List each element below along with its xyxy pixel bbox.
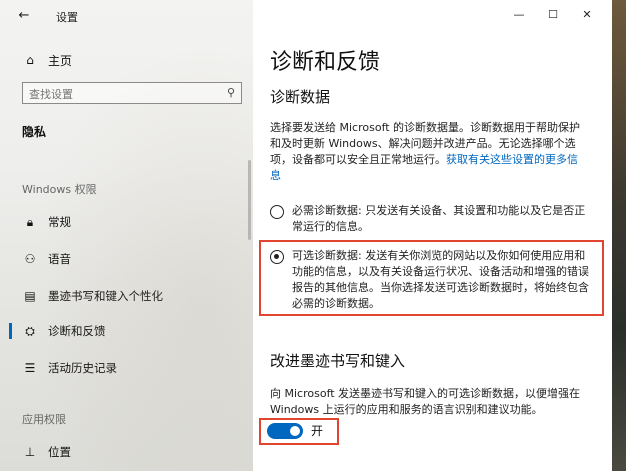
radio-required-diagnostics[interactable]: 必需诊断数据: 只发送有关设备、其设置和功能以及它是否正常运行的信息。 <box>270 203 590 235</box>
radio-label: 必需诊断数据: 只发送有关设备、其设置和功能以及它是否正常运行的信息。 <box>292 204 586 233</box>
active-indicator <box>9 323 12 339</box>
diagnostic-data-heading: 诊断数据 <box>270 88 331 106</box>
search-icon[interactable]: ⚲ <box>227 86 235 99</box>
group-label-app-permissions: 应用权限 <box>22 413 66 426</box>
voice-icon: ⚇ <box>24 252 36 266</box>
desktop-background <box>612 0 626 471</box>
inking-toggle-row[interactable]: 开 <box>267 422 323 439</box>
maximize-icon[interactable]: ☐ <box>536 4 570 26</box>
sidebar-item-home[interactable]: ⌂ 主页 <box>22 50 72 70</box>
radio-button-selected[interactable] <box>270 250 284 264</box>
toggle-state-label: 开 <box>311 424 324 438</box>
sidebar-item-label: 位置 <box>48 445 71 459</box>
sidebar-item-label: 墨迹书写和键入个性化 <box>48 289 163 303</box>
home-icon: ⌂ <box>26 53 34 67</box>
back-arrow-icon[interactable]: ← <box>14 6 34 26</box>
sidebar-item-location[interactable]: ⊥ 位置 <box>22 441 248 463</box>
search-input[interactable] <box>23 84 213 105</box>
page-title: 诊断和反馈 <box>270 50 381 75</box>
sidebar-item-label: 活动历史记录 <box>48 361 117 375</box>
close-icon[interactable]: ✕ <box>570 4 604 26</box>
inking-toggle-switch[interactable] <box>267 422 303 439</box>
sidebar-item-label: 诊断和反馈 <box>48 324 106 338</box>
sidebar-scrollbar[interactable] <box>248 160 251 240</box>
settings-window: ← 设置 ⌂ 主页 ⚲ 隐私 Windows 权限 🔒︎ 常规 ⚇ 语音 ▤ 墨… <box>0 0 612 471</box>
sidebar-item-voice[interactable]: ⚇ 语音 <box>22 248 248 270</box>
radio-button[interactable] <box>270 205 284 219</box>
diagnostic-data-description: 选择要发送给 Microsoft 的诊断数据量。诊断数据用于帮助保护和及时更新 … <box>270 121 581 182</box>
search-box[interactable]: ⚲ <box>22 82 242 105</box>
title-bar: ← 设置 <box>0 0 253 32</box>
main-content: — ☐ ✕ 诊断和反馈 诊断数据 选择要发送给 Microsoft 的诊断数据量… <box>253 0 612 471</box>
minimize-icon[interactable]: — <box>502 4 536 26</box>
sidebar-item-inking-typing[interactable]: ▤ 墨迹书写和键入个性化 <box>22 285 248 307</box>
pen-icon: ▤ <box>24 289 36 303</box>
group-label-windows-permissions: Windows 权限 <box>22 183 97 196</box>
window-controls: — ☐ ✕ <box>502 4 604 26</box>
radio-optional-diagnostics[interactable]: 可选诊断数据: 发送有关你浏览的网站以及你如何使用应用和功能的信息，以及有关设备… <box>270 248 590 312</box>
sidebar-item-activity-history[interactable]: ☰ 活动历史记录 <box>22 357 248 379</box>
sidebar-item-label: 主页 <box>48 53 73 68</box>
sidebar-item-label: 语音 <box>48 252 71 266</box>
window-title: 设置 <box>56 11 78 24</box>
history-icon: ☰ <box>24 361 36 375</box>
radio-label: 可选诊断数据: 发送有关你浏览的网站以及你如何使用应用和功能的信息，以及有关设备… <box>292 249 589 310</box>
improve-inking-heading: 改进墨迹书写和键入 <box>270 352 406 370</box>
improve-inking-description: 向 Microsoft 发送墨迹书写和键入的可选诊断数据，以便增强在 Windo… <box>270 387 581 416</box>
sidebar: ← 设置 ⌂ 主页 ⚲ 隐私 Windows 权限 🔒︎ 常规 ⚇ 语音 ▤ 墨… <box>0 0 253 471</box>
location-icon: ⊥ <box>24 445 36 459</box>
lock-icon: 🔒︎ <box>26 214 34 229</box>
sidebar-item-label: 常规 <box>48 215 71 229</box>
feedback-icon: ⛭ <box>25 323 35 338</box>
sidebar-item-diagnostics-feedback[interactable]: ⛭ 诊断和反馈 <box>9 320 248 342</box>
sidebar-item-general[interactable]: 🔒︎ 常规 <box>22 211 248 233</box>
section-title: 隐私 <box>22 125 47 139</box>
